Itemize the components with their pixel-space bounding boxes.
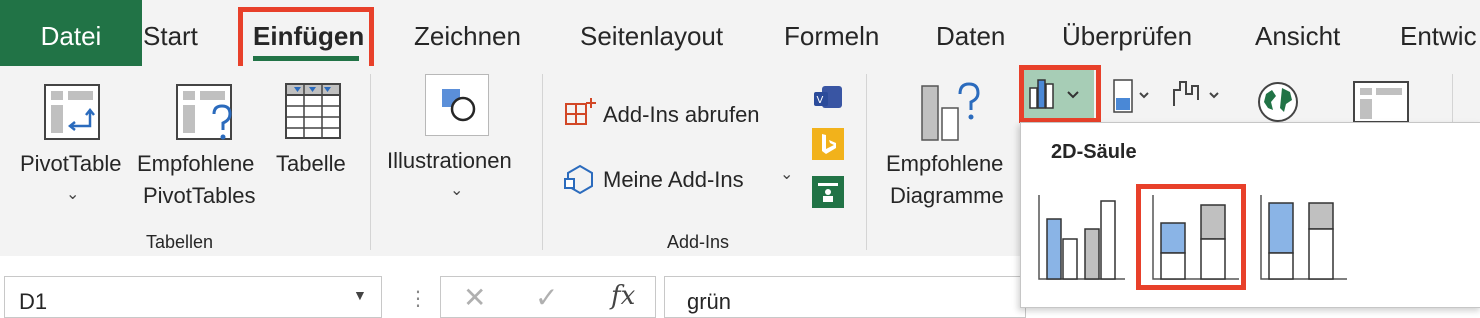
my-addins-icon	[563, 162, 597, 201]
recommended-charts-button[interactable]	[918, 80, 984, 147]
pivotchart-icon	[1353, 81, 1409, 123]
name-box[interactable]: D1 ▼	[4, 276, 382, 318]
table-icon	[285, 83, 341, 139]
group-separator	[370, 74, 371, 250]
globe-icon	[1258, 82, 1298, 122]
table-label: Tabelle	[276, 151, 346, 176]
group-separator	[542, 74, 543, 250]
highlight-column-chart-button	[1019, 65, 1101, 123]
group-separator	[866, 74, 867, 250]
pivottable-button[interactable]	[42, 82, 102, 147]
recommended-pivottables-label-2: PivotTables	[143, 183, 256, 208]
pivottable-label: PivotTable	[20, 151, 122, 176]
people-graph-addin-icon[interactable]	[812, 176, 844, 213]
hierarchy-chart-icon	[1113, 79, 1149, 113]
recommended-charts-label-1: Empfohlene	[886, 151, 1004, 176]
group-label-tabellen: Tabellen	[146, 232, 214, 252]
recommended-pivottables-label-1: Empfohlene	[137, 151, 255, 176]
enter-icon[interactable]: ✓	[535, 281, 558, 314]
highlight-einfuegen-tab	[238, 7, 374, 73]
svg-text:V: V	[817, 95, 824, 106]
formula-bar-grip-icon[interactable]: ⋮	[408, 286, 428, 311]
formula-input[interactable]: grün	[664, 276, 1026, 318]
tab-ueberpruefen[interactable]: Überprüfen	[1062, 0, 1192, 66]
cancel-icon[interactable]: ✕	[463, 281, 486, 314]
shapes-icon	[442, 89, 476, 122]
waterfall-chart-icon	[1173, 81, 1219, 106]
ribbon-tab-bar: Datei Start Einfügen Zeichnen Seitenlayo…	[0, 0, 1480, 66]
clustered-column-icon	[1038, 195, 1125, 280]
recommended-pivottables-button[interactable]	[174, 82, 238, 149]
hierarchy-chart-button[interactable]	[1112, 78, 1158, 119]
highlight-stacked-column-option	[1136, 184, 1246, 290]
pivottable-icon	[44, 84, 100, 140]
group-label-addins: Add-Ins	[667, 232, 730, 252]
dropdown-section-title: 2D-Säule	[1051, 141, 1137, 163]
column-chart-dropdown: 2D-Säule	[1020, 122, 1480, 308]
tab-zeichnen[interactable]: Zeichnen	[414, 0, 521, 66]
name-box-dropdown-icon[interactable]: ▼	[353, 287, 367, 303]
bing-maps-addin-icon[interactable]	[812, 128, 844, 165]
illustrations-label: Illustrationen	[387, 148, 512, 173]
table-button[interactable]	[284, 82, 342, 145]
group-separator	[1452, 74, 1453, 124]
formula-buttons: ✕ ✓ fx	[440, 276, 656, 318]
get-addins-button[interactable]: Add-Ins abrufen	[603, 102, 760, 128]
get-addins-icon	[564, 96, 598, 135]
visio-addin-icon[interactable]: V	[812, 84, 844, 117]
recommended-pivottable-icon	[176, 84, 232, 140]
clustered-column-option[interactable]	[1035, 193, 1127, 288]
percent-stacked-column-icon	[1260, 195, 1347, 280]
tab-formeln[interactable]: Formeln	[784, 0, 879, 66]
waterfall-chart-button[interactable]	[1170, 76, 1226, 117]
insert-function-icon[interactable]: fx	[611, 281, 635, 311]
percent-stacked-column-option[interactable]	[1257, 193, 1349, 288]
illustrations-chevron-icon[interactable]: ⌄	[450, 180, 463, 200]
tab-ansicht[interactable]: Ansicht	[1255, 0, 1340, 66]
tab-daten[interactable]: Daten	[936, 0, 1005, 66]
tab-entwicklertools[interactable]: Entwic	[1400, 0, 1477, 66]
recommended-charts-label-2: Diagramme	[890, 183, 1004, 208]
tab-start[interactable]: Start	[143, 0, 198, 66]
recommended-charts-icon	[921, 82, 980, 141]
formula-value: grün	[687, 289, 732, 314]
tab-datei[interactable]: Datei	[0, 0, 142, 66]
name-box-value: D1	[19, 289, 48, 314]
illustrations-button[interactable]	[425, 74, 489, 136]
tab-seitenlayout[interactable]: Seitenlayout	[580, 0, 723, 66]
my-addins-chevron-icon[interactable]: ⌄	[780, 164, 793, 184]
pivottable-chevron-icon[interactable]: ⌄	[66, 184, 79, 204]
my-addins-button[interactable]: Meine Add-Ins	[603, 167, 744, 193]
